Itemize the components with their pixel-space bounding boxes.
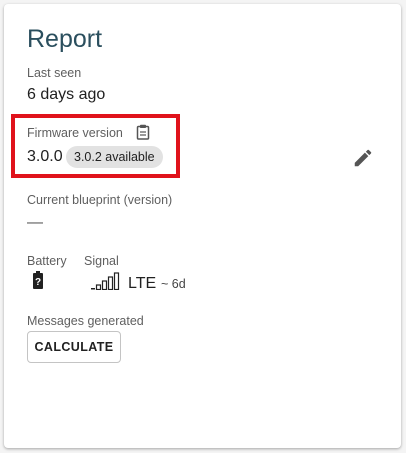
firmware-version-value: 3.0.0 (27, 148, 63, 165)
messages-generated-label: Messages generated (27, 314, 144, 328)
battery-label: Battery (27, 254, 67, 268)
signal-label: Signal (84, 254, 119, 268)
last-seen-label: Last seen (27, 66, 82, 80)
last-seen-value: 6 days ago (27, 86, 106, 103)
signal-age: ~ 6d (161, 277, 186, 291)
clipboard-icon[interactable] (136, 124, 150, 140)
signal-type: LTE (128, 275, 157, 292)
svg-text:?: ? (35, 277, 41, 288)
firmware-version-label: Firmware version (27, 126, 123, 140)
calculate-button[interactable]: CALCULATE (27, 331, 121, 363)
blueprint-value: — (27, 214, 43, 231)
signal-bars-icon (90, 270, 124, 291)
firmware-available-chip[interactable]: 3.0.2 available (66, 146, 163, 168)
report-card: Report Last seen 6 days ago Firmware ver… (4, 4, 401, 448)
card-title: Report (27, 25, 103, 53)
blueprint-label: Current blueprint (version) (27, 193, 173, 207)
pencil-icon[interactable] (352, 147, 374, 169)
battery-unknown-icon: ? (32, 271, 44, 289)
